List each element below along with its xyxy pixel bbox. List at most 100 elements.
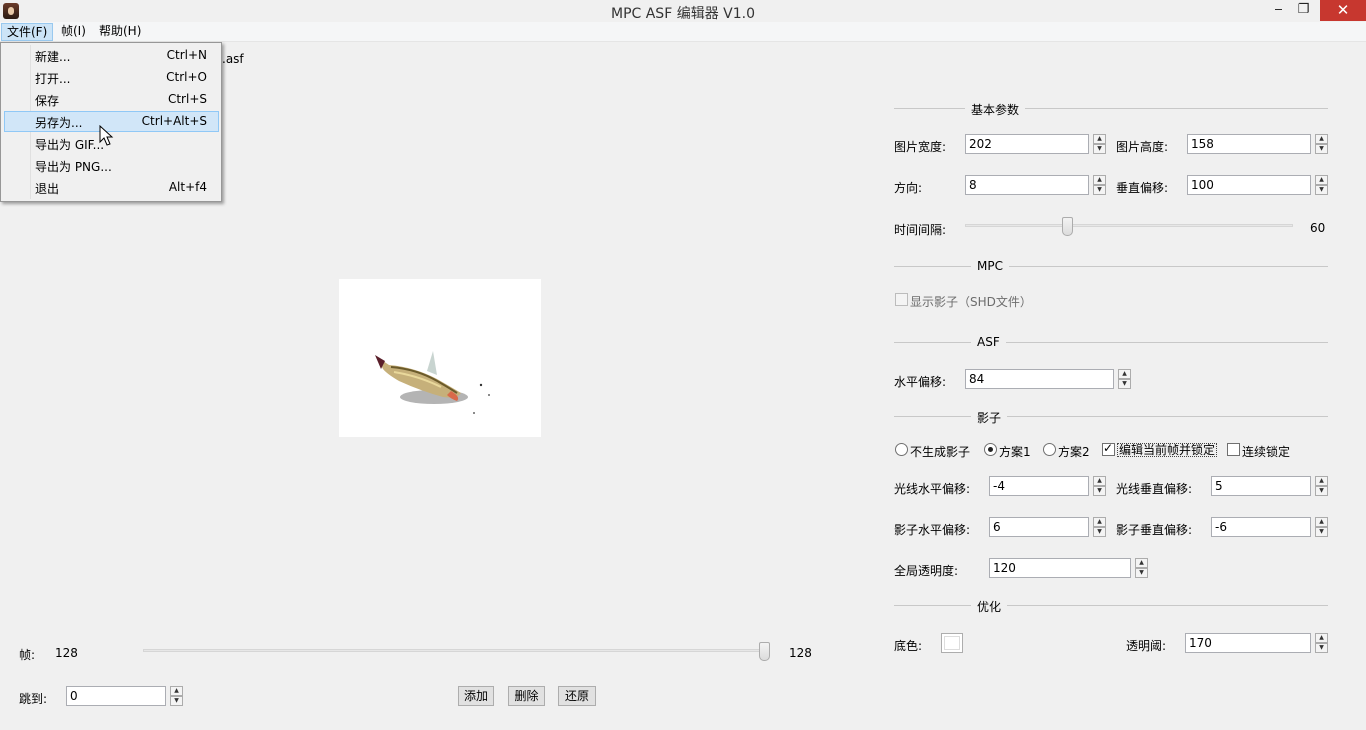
light-v-offset-label: 光线垂直偏移: <box>1116 482 1193 496</box>
spin-up-icon[interactable]: ▲ <box>1315 476 1328 486</box>
show-shadow-checkbox[interactable] <box>895 293 908 306</box>
jump-spin-arrows[interactable]: ▲ ▼ <box>170 686 183 706</box>
horizontal-offset-input[interactable]: 84 <box>965 369 1114 389</box>
light-h-offset-spinbox[interactable]: -4 ▲ ▼ <box>989 476 1106 496</box>
spin-down-icon[interactable]: ▼ <box>1315 527 1328 537</box>
global-alpha-spinbox[interactable]: 120 ▲ ▼ <box>989 558 1148 578</box>
jump-input[interactable]: 0 <box>66 686 166 706</box>
file-menu-dropdown: 新建... Ctrl+N 打开... Ctrl+O 保存 Ctrl+S 另存为.… <box>0 42 222 202</box>
menu-frame[interactable]: 帧(I) <box>56 23 91 41</box>
spin-down-icon[interactable]: ▼ <box>1135 568 1148 578</box>
shadow-v-offset-spinbox[interactable]: -6 ▲ ▼ <box>1211 517 1328 537</box>
restore-button[interactable]: 还原 <box>558 686 596 706</box>
frame-slider-thumb[interactable] <box>759 642 770 661</box>
direction-spinbox[interactable]: 8 ▲ ▼ <box>965 175 1106 195</box>
spin-down-icon[interactable]: ▼ <box>1093 185 1106 195</box>
spin-up-icon[interactable]: ▲ <box>1315 517 1328 527</box>
spin-up-icon[interactable]: ▲ <box>1315 175 1328 185</box>
spin-up-icon[interactable]: ▲ <box>1093 134 1106 144</box>
spin-up-icon[interactable]: ▲ <box>1315 633 1328 643</box>
horizontal-offset-label: 水平偏移: <box>894 375 947 389</box>
window-title: MPC ASF 编辑器 V1.0 <box>610 6 755 22</box>
fish-sprite-image <box>375 351 490 414</box>
shadow-v-offset-input[interactable]: -6 <box>1211 517 1311 537</box>
edit-lock-checkbox[interactable] <box>1102 441 1115 456</box>
interval-slider-thumb[interactable] <box>1061 217 1073 236</box>
delete-frame-button[interactable]: 删除 <box>508 686 545 706</box>
vertical-offset-input[interactable]: 100 <box>1187 175 1311 195</box>
shadow-h-offset-spinbox[interactable]: 6 ▲ ▼ <box>989 517 1106 537</box>
direction-input[interactable]: 8 <box>965 175 1089 195</box>
mouse-cursor-icon <box>99 125 114 146</box>
menu-file[interactable]: 文件(F) <box>1 23 54 41</box>
frame-preview <box>339 279 541 437</box>
shadow-h-offset-label: 影子水平偏移: <box>894 523 971 537</box>
menu-item-new[interactable]: 新建... Ctrl+N <box>4 45 219 66</box>
light-v-offset-spinbox[interactable]: 5 ▲ ▼ <box>1211 476 1328 496</box>
maximize-button[interactable]: ❐ <box>1290 0 1317 21</box>
continuous-lock-checkbox[interactable] <box>1227 443 1240 456</box>
light-v-offset-input[interactable]: 5 <box>1211 476 1311 496</box>
light-h-offset-label: 光线水平偏移: <box>894 482 971 496</box>
interval-label: 时间间隔: <box>894 223 947 237</box>
scheme2-radio[interactable] <box>1043 443 1056 456</box>
scheme1-radio[interactable] <box>984 443 997 456</box>
spin-up-icon[interactable]: ▲ <box>1118 369 1131 379</box>
spin-up-icon[interactable]: ▲ <box>1135 558 1148 568</box>
shadow-section: 影子 <box>894 409 1328 426</box>
menu-item-export-png[interactable]: 导出为 PNG... <box>4 155 219 176</box>
jump-spinbox[interactable]: 0 ▲ ▼ <box>66 686 183 706</box>
menu-help[interactable]: 帮助(H) <box>94 23 146 41</box>
height-spinbox[interactable]: 158 ▲ ▼ <box>1187 134 1328 154</box>
width-label: 图片宽度: <box>894 140 947 154</box>
threshold-spinbox[interactable]: 170 ▲ ▼ <box>1185 633 1328 653</box>
shadow-h-offset-input[interactable]: 6 <box>989 517 1089 537</box>
menu-bar: 文件(F) 帧(I) 帮助(H) <box>0 22 1366 42</box>
height-input[interactable]: 158 <box>1187 134 1311 154</box>
global-alpha-input[interactable]: 120 <box>989 558 1131 578</box>
spin-down-icon[interactable]: ▼ <box>1093 144 1106 154</box>
mpc-title: MPC <box>971 259 1009 273</box>
bg-color-swatch[interactable] <box>941 633 963 653</box>
spin-down-icon[interactable]: ▼ <box>1315 144 1328 154</box>
global-alpha-label: 全局透明度: <box>894 564 959 578</box>
continuous-lock-label: 连续锁定 <box>1242 445 1291 459</box>
spin-up-icon[interactable]: ▲ <box>170 686 183 696</box>
spin-down-icon[interactable]: ▼ <box>1093 486 1106 496</box>
frame-current-value: 128 <box>55 646 78 660</box>
spin-down-icon[interactable]: ▼ <box>1093 527 1106 537</box>
spin-down-icon[interactable]: ▼ <box>1315 643 1328 653</box>
current-file-name: .asf <box>222 52 244 66</box>
add-frame-button[interactable]: 添加 <box>458 686 494 706</box>
no-shadow-radio[interactable] <box>895 443 908 456</box>
title-bar: MPC ASF 编辑器 V1.0 ‒ ❐ ✕ <box>0 0 1366 22</box>
interval-value: 60 <box>1310 221 1326 235</box>
shadow-title: 影子 <box>971 409 1008 426</box>
threshold-label: 透明阈: <box>1126 639 1167 653</box>
close-button[interactable]: ✕ <box>1320 0 1366 21</box>
basic-params-title: 基本参数 <box>965 101 1026 118</box>
spin-up-icon[interactable]: ▲ <box>1315 134 1328 144</box>
spin-up-icon[interactable]: ▲ <box>1093 476 1106 486</box>
minimize-button[interactable]: ‒ <box>1265 0 1292 21</box>
spin-up-icon[interactable]: ▲ <box>1093 517 1106 527</box>
light-h-offset-input[interactable]: -4 <box>989 476 1089 496</box>
horizontal-offset-spinbox[interactable]: 84 ▲ ▼ <box>965 369 1131 389</box>
spin-down-icon[interactable]: ▼ <box>1315 486 1328 496</box>
spin-down-icon[interactable]: ▼ <box>1315 185 1328 195</box>
optimize-title: 优化 <box>971 598 1008 615</box>
spin-down-icon[interactable]: ▼ <box>1118 379 1131 389</box>
threshold-input[interactable]: 170 <box>1185 633 1311 653</box>
jump-label: 跳到: <box>19 692 48 706</box>
width-spinbox[interactable]: 202 ▲ ▼ <box>965 134 1106 154</box>
interval-slider-track[interactable] <box>965 224 1293 227</box>
width-input[interactable]: 202 <box>965 134 1089 154</box>
spin-down-icon[interactable]: ▼ <box>170 696 183 706</box>
show-shadow-label: 显示影子（SHD文件） <box>910 295 1032 309</box>
menu-item-exit[interactable]: 退出 Alt+f4 <box>4 177 219 198</box>
menu-item-open[interactable]: 打开... Ctrl+O <box>4 67 219 88</box>
menu-item-save[interactable]: 保存 Ctrl+S <box>4 89 219 110</box>
frame-slider-track[interactable] <box>143 649 770 652</box>
spin-up-icon[interactable]: ▲ <box>1093 175 1106 185</box>
vertical-offset-spinbox[interactable]: 100 ▲ ▼ <box>1187 175 1328 195</box>
